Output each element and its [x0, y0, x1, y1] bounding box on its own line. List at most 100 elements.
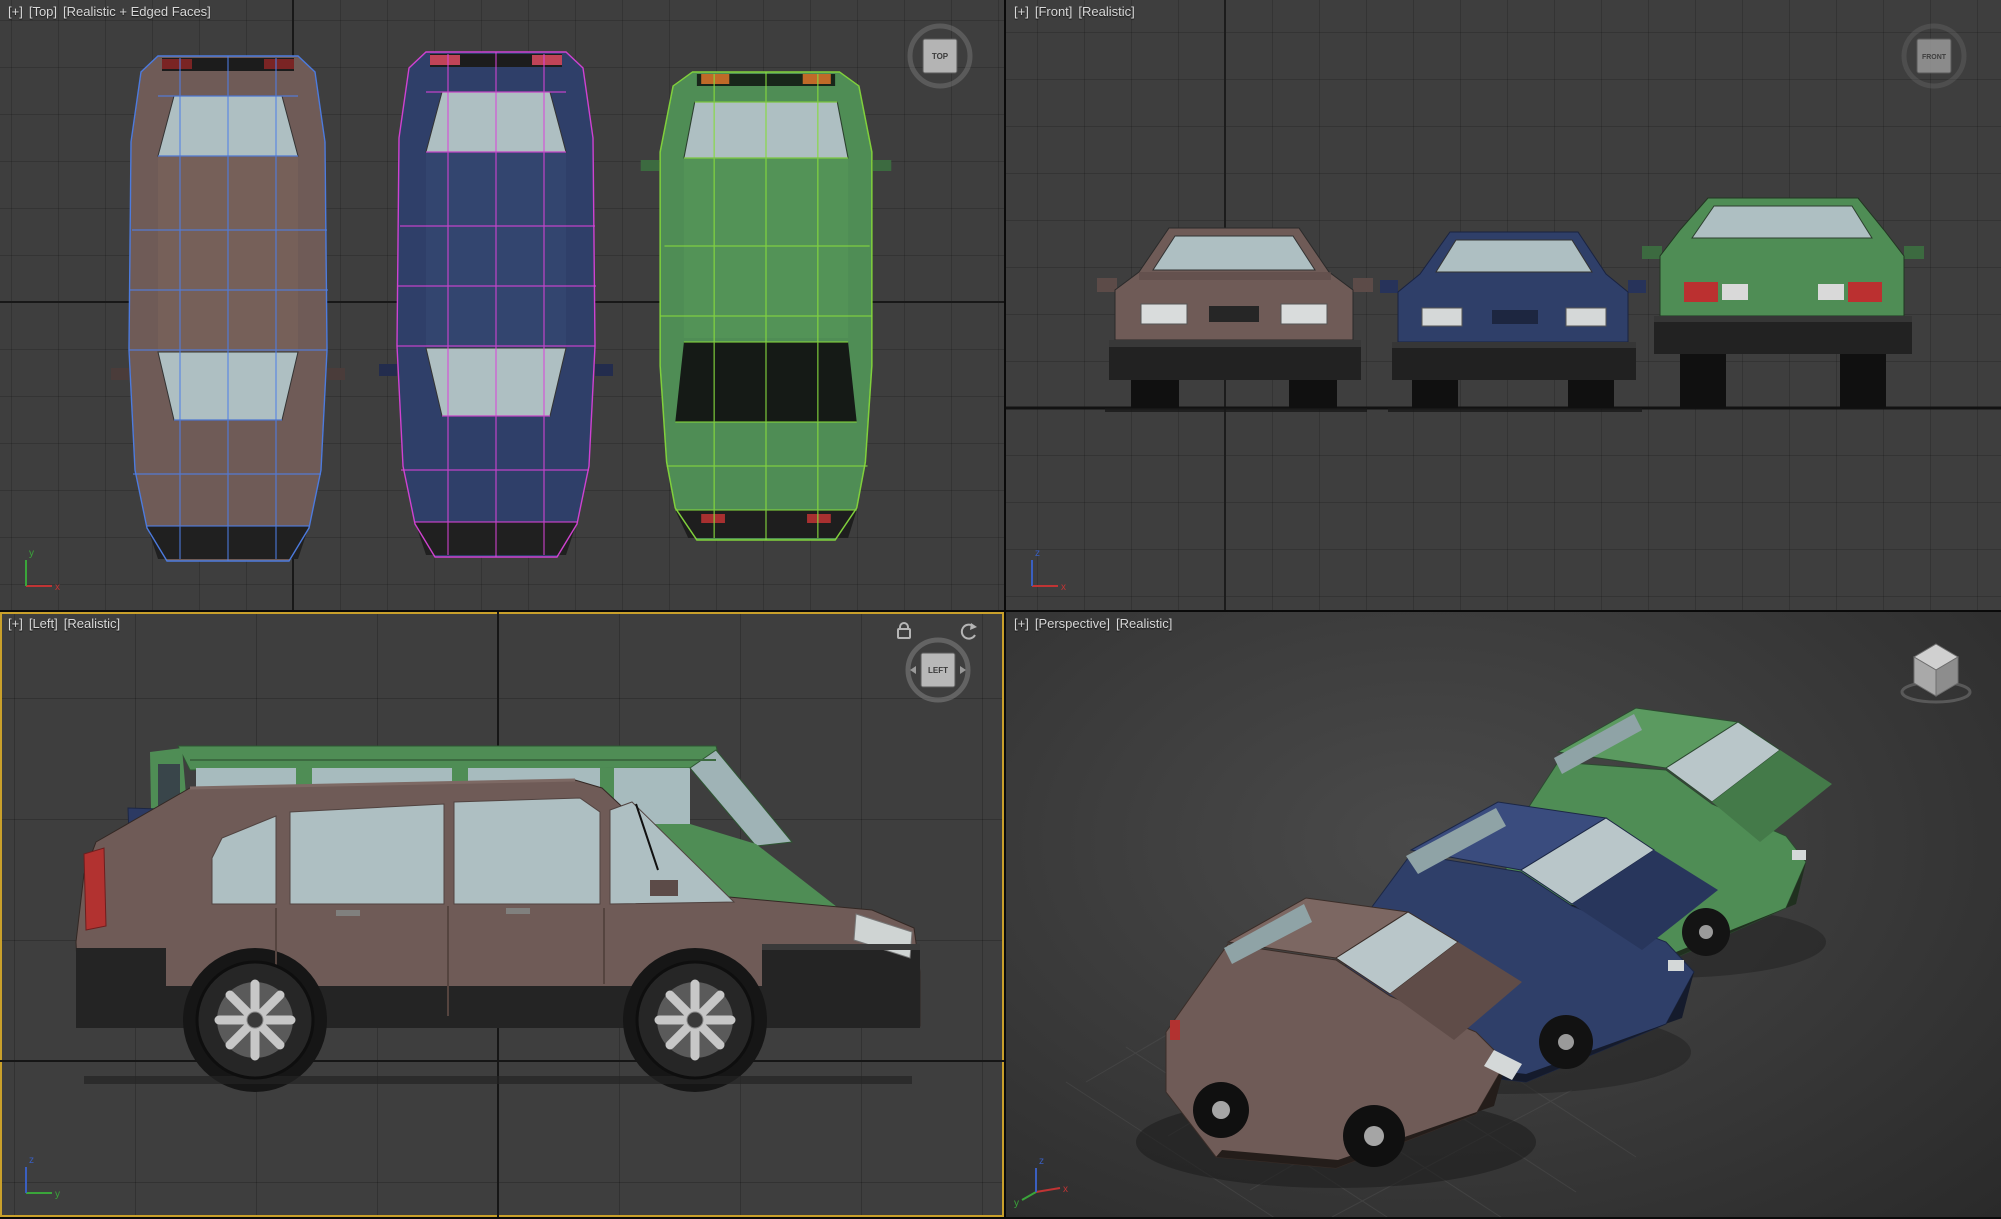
car-brown-top[interactable]	[111, 55, 345, 562]
viewport-menu-pov[interactable]: [Top]	[29, 4, 57, 19]
windshield	[1435, 239, 1593, 273]
mirror-right	[1353, 278, 1373, 292]
axis-tripod: x y z	[1014, 1156, 1068, 1209]
bumper-trim	[1109, 340, 1361, 347]
ground-shadow	[84, 1076, 912, 1084]
viewport-perspective[interactable]: [+] [Perspective] [Realistic] x y z	[1006, 612, 2001, 1217]
axis-y-label: y	[29, 548, 34, 559]
headlight	[1668, 960, 1684, 971]
viewcube[interactable]: FRONT	[1901, 23, 1967, 89]
car-green-rear[interactable]	[1642, 197, 1924, 408]
hub	[1364, 1126, 1384, 1146]
rear-door-window	[289, 803, 445, 905]
mirror-left	[1097, 278, 1117, 292]
orbit-arrowhead	[970, 623, 977, 630]
viewport-menu-shading[interactable]: [Realistic]	[1078, 4, 1134, 19]
axis-y-label: y	[1014, 1198, 1019, 1209]
viewport-menu-general[interactable]: [+]	[1014, 4, 1029, 19]
viewport-front[interactable]: [+] [Front] [Realistic] FRONT x z	[1006, 0, 2001, 610]
mirror-right	[1628, 280, 1646, 293]
hub	[1558, 1034, 1574, 1050]
hub	[686, 1011, 704, 1029]
viewport-front-canvas[interactable]: FRONT x z	[1006, 0, 2001, 610]
viewcube[interactable]: LEFT	[905, 637, 971, 703]
grille	[1209, 306, 1259, 322]
mirror-left	[1642, 246, 1662, 259]
taillight-left	[1684, 282, 1718, 302]
reverse-lamp-right	[1818, 284, 1844, 300]
lock-icon[interactable]	[897, 622, 911, 639]
taillight-left	[430, 55, 460, 65]
viewcube[interactable]	[1900, 643, 1972, 704]
axis-x-label: x	[55, 582, 60, 593]
viewport-left-canvas[interactable]: LEFT y z	[0, 612, 1004, 1217]
car-green-top[interactable]	[640, 71, 892, 541]
wheel-right	[1289, 380, 1337, 408]
reverse-lamp-left	[1722, 284, 1748, 300]
viewport-menu-pov[interactable]: [Left]	[29, 616, 58, 631]
viewport-top[interactable]: [+] [Top] [Realistic + Edged Faces] TOP …	[0, 0, 1004, 610]
axis-tripod: y z	[25, 1155, 60, 1200]
bumper-trim	[762, 944, 920, 950]
wheel-left	[1680, 354, 1726, 408]
taillight	[1170, 1020, 1180, 1040]
taillight-right	[807, 514, 831, 523]
hub	[246, 1011, 264, 1029]
wheel-left	[1412, 380, 1458, 408]
wheel-left	[1131, 380, 1179, 408]
viewport-menu-shading[interactable]: [Realistic]	[1116, 616, 1172, 631]
viewport-top-label: [+] [Top] [Realistic + Edged Faces]	[8, 4, 211, 19]
viewport-menu-general[interactable]: [+]	[1014, 616, 1029, 631]
indicator-left	[701, 74, 730, 84]
viewport-menu-general[interactable]: [+]	[8, 616, 23, 631]
mirror-left	[640, 160, 660, 171]
mirror-left	[379, 364, 397, 376]
bumper-trim	[1654, 316, 1912, 322]
viewcube-face-label: TOP	[932, 52, 949, 61]
axis-x-label: x	[1063, 1184, 1068, 1195]
car-brown-front[interactable]	[1097, 227, 1373, 412]
taillight-left	[701, 514, 725, 523]
rear-window	[1691, 205, 1873, 239]
viewcube[interactable]: TOP	[907, 23, 973, 89]
viewcube-arrow-left[interactable]	[910, 666, 916, 674]
taillight-left	[162, 59, 192, 69]
viewcube-face-label: LEFT	[928, 666, 948, 675]
car-blue-front[interactable]	[1380, 231, 1646, 412]
door-handle-rear	[336, 910, 360, 916]
viewport-perspective-label: [+] [Perspective] [Realistic]	[1014, 616, 1172, 631]
car-blue-top[interactable]	[379, 51, 613, 558]
viewport-menu-shading[interactable]: [Realistic + Edged Faces]	[63, 4, 211, 19]
indicator-right	[802, 74, 831, 84]
axis-y-label: y	[55, 1189, 60, 1200]
headlight-right	[1280, 303, 1328, 325]
viewcube-face-label: FRONT	[1922, 54, 1947, 61]
wheel-right	[1568, 380, 1614, 408]
viewport-menu-pov[interactable]: [Perspective]	[1035, 616, 1110, 631]
viewport-menu-general[interactable]: [+]	[8, 4, 23, 19]
viewport-perspective-canvas[interactable]: x y z	[1006, 612, 2001, 1217]
mirror-right	[872, 160, 892, 171]
taillight-right	[532, 55, 562, 65]
viewport-left[interactable]: [+] [Left] [Realistic] LEFT y z	[0, 612, 1004, 1217]
viewport-menu-pov[interactable]: [Front]	[1035, 4, 1073, 19]
shadow	[1105, 408, 1367, 412]
viewport-top-canvas[interactable]: TOP x y	[0, 0, 1004, 610]
viewport-grid: [+] [Top] [Realistic + Edged Faces] TOP …	[0, 0, 2001, 1219]
shadow	[1388, 408, 1642, 412]
axis-z-label: z	[1035, 548, 1040, 559]
bumper-trim	[1392, 342, 1636, 348]
grille	[1492, 310, 1538, 324]
door-handle-front	[506, 908, 530, 914]
orbit-icon[interactable]	[960, 623, 977, 640]
viewport-menu-shading[interactable]: [Realistic]	[64, 616, 120, 631]
axis-z-label: z	[29, 1155, 34, 1166]
headlight-left	[1421, 307, 1463, 327]
mirror-right	[327, 368, 345, 380]
mirror-left	[111, 368, 129, 380]
mirror-left	[1380, 280, 1398, 293]
wheel-front	[635, 960, 755, 1080]
viewcube-arrow-right[interactable]	[960, 666, 966, 674]
hub	[1212, 1101, 1230, 1119]
headlight-right	[1565, 307, 1607, 327]
